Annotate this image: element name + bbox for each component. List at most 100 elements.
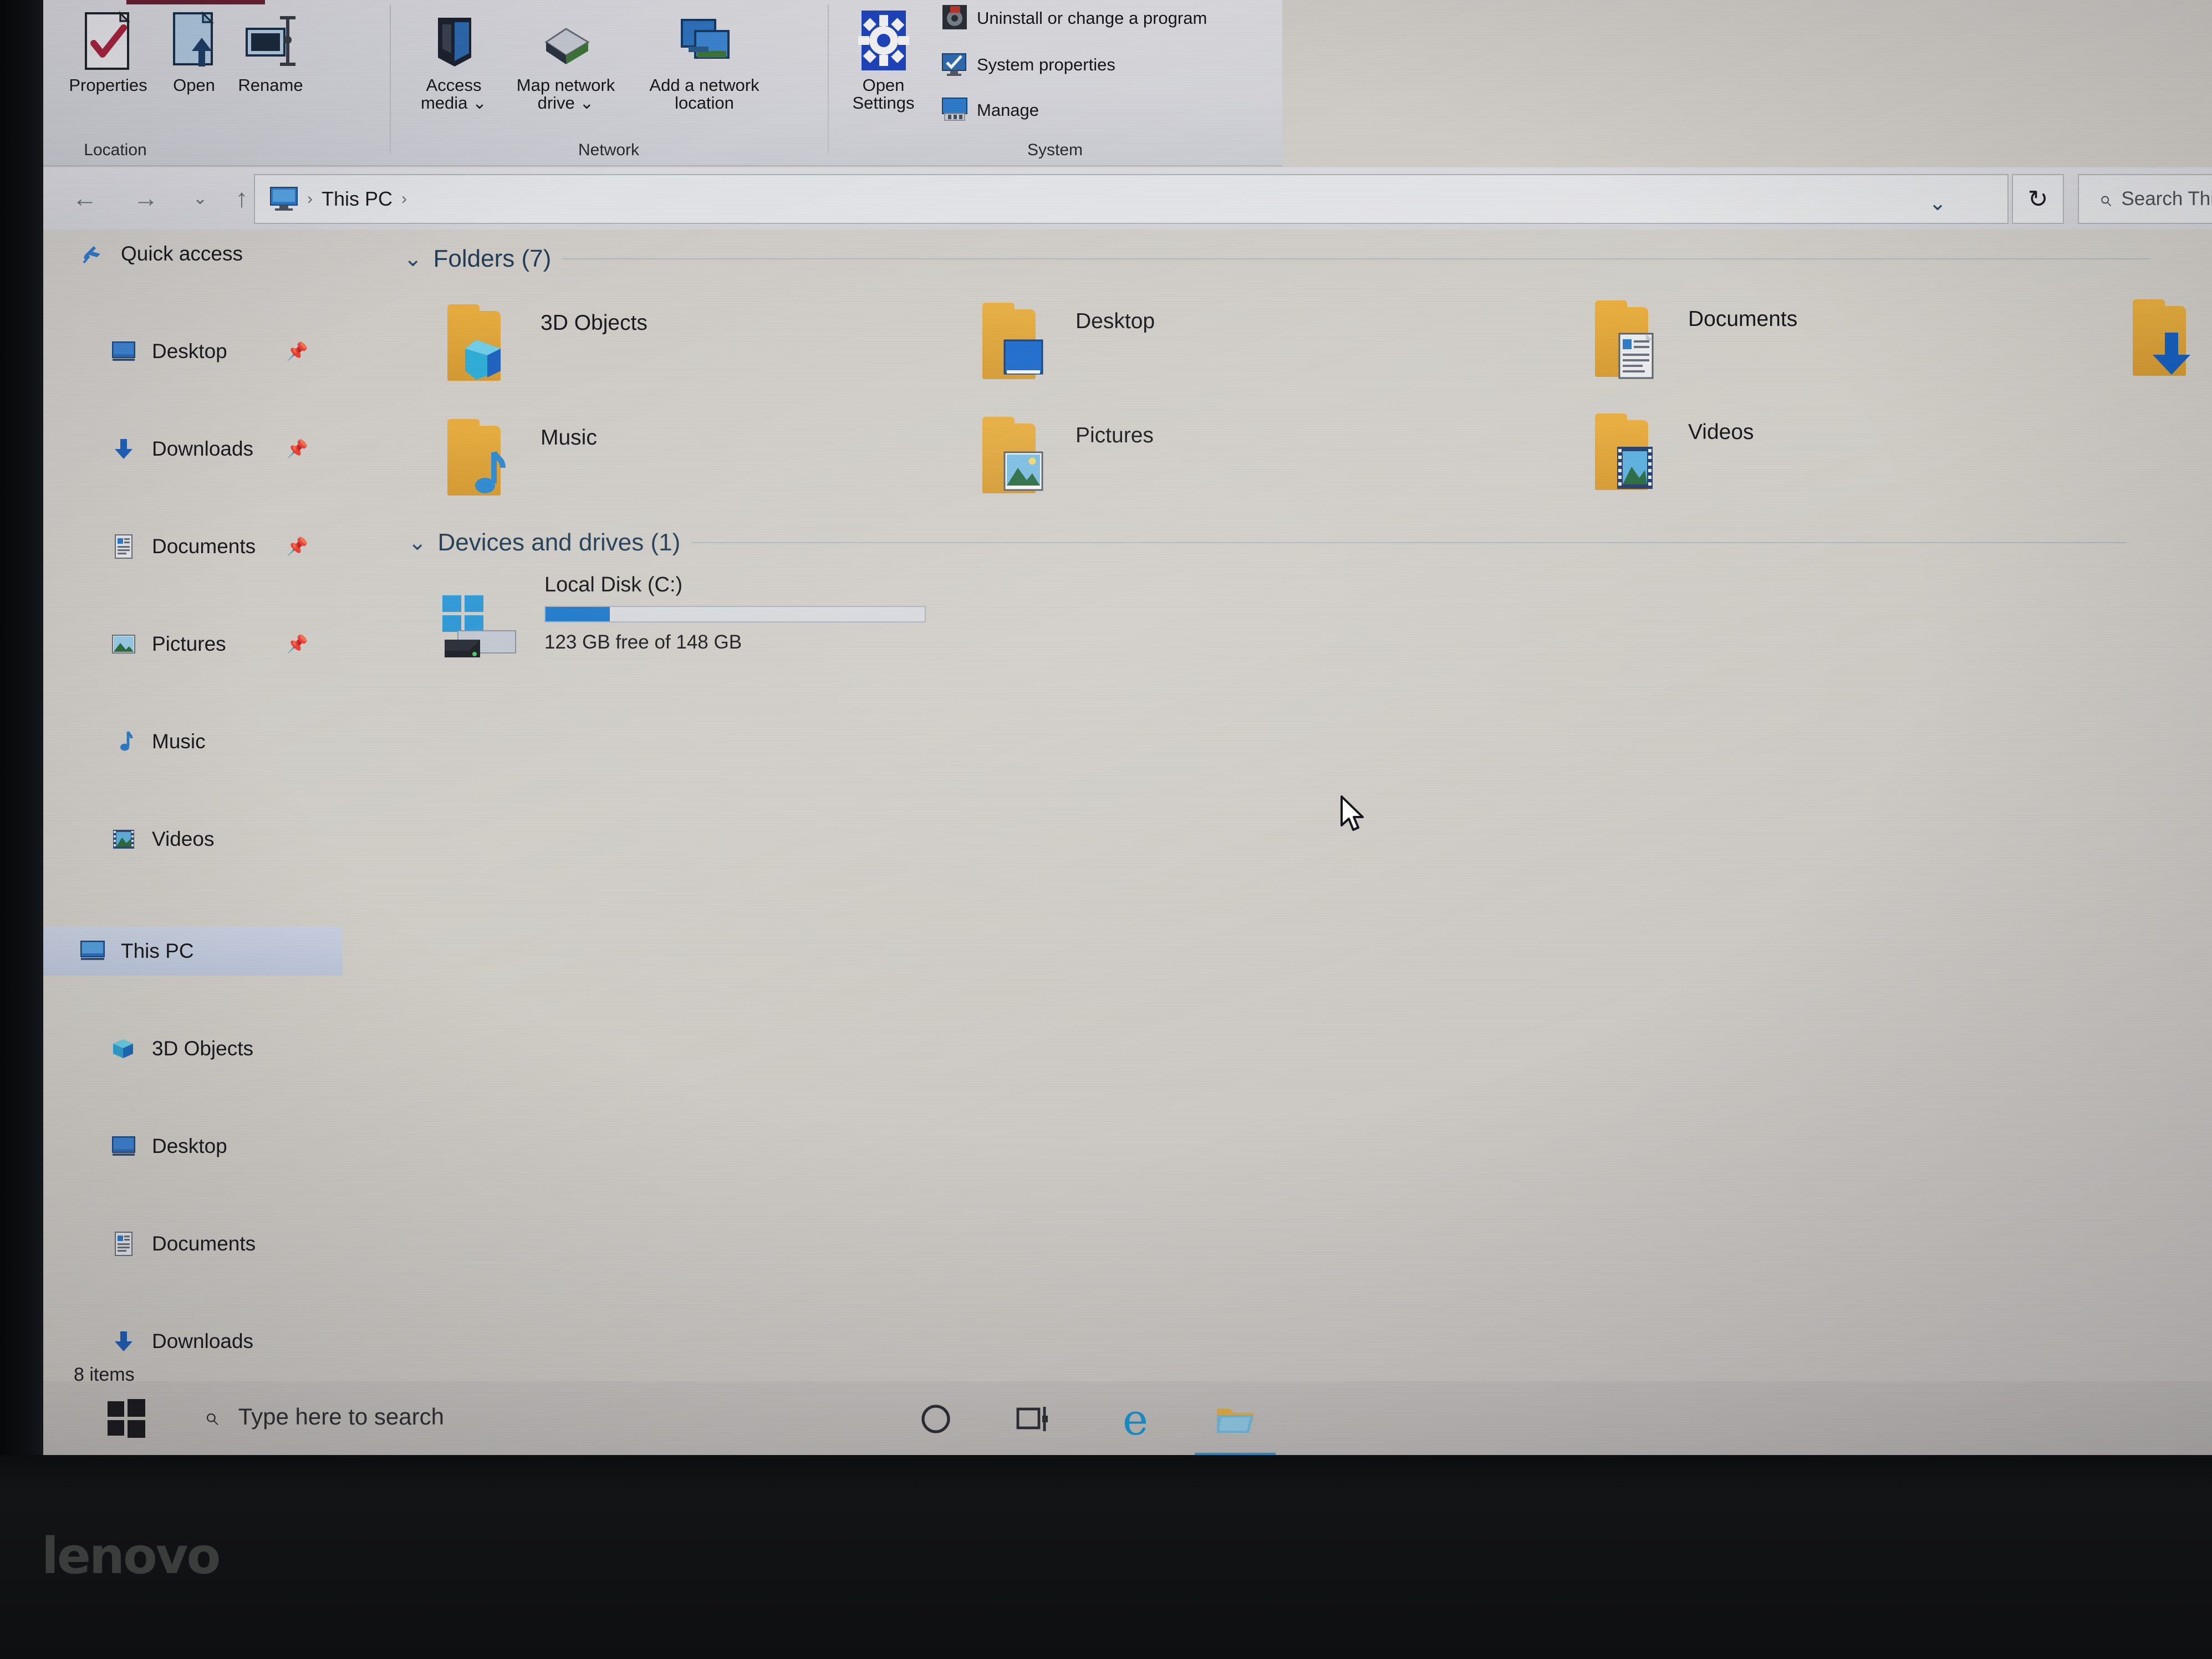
map-network-drive-button[interactable]: Map network drive ⌄ xyxy=(498,8,634,111)
taskbar-search-placeholder: Type here to search xyxy=(238,1403,444,1430)
pin-icon[interactable]: 📌 xyxy=(286,634,308,655)
sidebar-item-documents[interactable]: Documents xyxy=(43,1219,343,1268)
uninstall-icon xyxy=(940,3,969,34)
add-network-location-button[interactable]: Add a network location xyxy=(631,8,778,111)
navigation-pane: Quick access Desktop 📌 Downloads 📌 Docum… xyxy=(43,229,343,1450)
documents-icon xyxy=(109,532,139,561)
ribbon-group-label-system: System xyxy=(1027,141,1083,159)
folder-tile-music[interactable]: Music xyxy=(440,414,597,508)
sidebar-item-pictures-qa[interactable]: Pictures 📌 xyxy=(43,620,343,668)
lenovo-brand-logo: lenovo xyxy=(42,1527,221,1585)
open-settings-button[interactable]: Open Settings xyxy=(835,8,932,111)
windows-drive-icon xyxy=(436,589,534,683)
sidebar-item-desktop-qa[interactable]: Desktop 📌 xyxy=(43,327,343,376)
file-explorer-icon xyxy=(1215,1402,1256,1439)
edge-e-icon: e xyxy=(1122,1395,1149,1445)
sidebar-item-downloads-qa[interactable]: Downloads 📌 xyxy=(43,425,343,473)
pin-icon[interactable]: 📌 xyxy=(286,536,308,557)
recent-locations-button[interactable]: ⌄ xyxy=(182,180,218,216)
access-media-label: Access media ⌄ xyxy=(420,75,487,113)
back-button[interactable]: ← xyxy=(67,180,103,216)
pictures-icon xyxy=(109,629,139,659)
group-header-devices-and-drives[interactable]: ⌄ Devices and drives (1) xyxy=(408,529,2127,557)
laptop-photo: Location Properties Open Rename Network … xyxy=(0,0,2212,1659)
refresh-button[interactable]: ↻ xyxy=(2012,174,2064,224)
sidebar-item-documents-qa[interactable]: Documents 📌 xyxy=(43,522,343,571)
forward-button[interactable]: → xyxy=(128,180,164,216)
sidebar-item-desktop[interactable]: Desktop xyxy=(43,1122,343,1171)
manage-item[interactable]: Manage xyxy=(940,95,1039,125)
pin-icon[interactable]: 📌 xyxy=(286,438,308,460)
open-icon xyxy=(161,8,227,74)
drive-usage-fill xyxy=(546,607,610,621)
access-media-button[interactable]: Access media ⌄ xyxy=(402,8,505,111)
windows-logo-icon xyxy=(108,1399,145,1438)
properties-button[interactable]: Properties xyxy=(55,8,161,94)
back-arrow-icon: ← xyxy=(72,183,98,212)
breadcrumb-separator: › xyxy=(307,190,313,208)
group-header-folders[interactable]: ⌄ Folders (7) xyxy=(404,245,2150,273)
star-pin-icon xyxy=(78,239,108,269)
group-title-folders: Folders (7) xyxy=(433,245,552,272)
music-icon xyxy=(109,727,139,757)
breadcrumb-separator-2[interactable]: › xyxy=(401,190,407,208)
chevron-down-icon[interactable]: ⌄ xyxy=(404,246,422,272)
folder-pictures-icon xyxy=(975,411,1068,506)
folder-tile-desktop[interactable]: Desktop xyxy=(975,297,1155,391)
taskbar-cortana-button[interactable] xyxy=(905,1397,966,1443)
desktop-icon xyxy=(109,1131,139,1161)
sidebar-item-this-pc[interactable]: This PC xyxy=(43,927,343,976)
folder-tile-3d-objects[interactable]: 3D Objects xyxy=(440,299,648,393)
sidebar-label-downloads: Downloads xyxy=(152,1330,254,1352)
address-bar: ← → ⌄ ↑ › This PC › ⌄ ↻ ⌕ Search Th xyxy=(43,167,2212,229)
folder-tile-downloads[interactable]: Downloads xyxy=(2125,294,2212,388)
taskbar-task-view-button[interactable] xyxy=(1002,1397,1063,1443)
sidebar-item-videos-qa[interactable]: Videos xyxy=(43,815,343,864)
start-button[interactable] xyxy=(104,1397,149,1441)
sidebar-label-documents-qa: Documents xyxy=(152,535,256,558)
sidebar-item-music-qa[interactable]: Music xyxy=(43,717,343,766)
folder-tile-documents[interactable]: Documents xyxy=(1587,295,1797,389)
properties-label: Properties xyxy=(69,75,147,95)
folder-label-desktop: Desktop xyxy=(1076,309,1155,333)
screen-bezel-left xyxy=(0,0,43,1474)
chevron-down-icon[interactable]: ⌄ xyxy=(408,530,427,555)
taskbar-search-box[interactable]: ⌕ Type here to search xyxy=(204,1401,444,1432)
sidebar-item-3d-objects[interactable]: 3D Objects xyxy=(43,1024,343,1073)
sidebar-label-videos-qa: Videos xyxy=(152,828,215,850)
manage-label: Manage xyxy=(977,100,1039,120)
rename-label: Rename xyxy=(238,75,303,95)
documents-icon xyxy=(109,1229,139,1259)
rename-button[interactable]: Rename xyxy=(226,8,315,94)
sidebar-item-quick-access[interactable]: Quick access xyxy=(43,229,343,278)
drive-item-local-disk-c[interactable]: Local Disk (C:) 123 GB free of 148 GB xyxy=(436,573,926,683)
folder-tile-videos[interactable]: Videos xyxy=(1587,408,1754,502)
search-box[interactable]: ⌕ Search This PC xyxy=(2078,174,2212,224)
add-network-location-icon xyxy=(631,8,778,74)
pin-icon[interactable]: 📌 xyxy=(286,341,308,362)
breadcrumb-this-pc[interactable]: This PC xyxy=(322,187,393,211)
address-field[interactable]: › This PC › ⌄ xyxy=(254,174,2009,224)
folder-3d-objects-icon xyxy=(440,299,533,393)
sidebar-label-desktop-qa: Desktop xyxy=(152,340,227,363)
folder-videos-icon xyxy=(1587,408,1680,502)
ribbon-toolbar: Location Properties Open Rename Network … xyxy=(43,0,1282,166)
mouse-pointer-icon xyxy=(1339,795,1369,839)
videos-icon xyxy=(109,824,139,854)
group-title-devices-and-drives: Devices and drives (1) xyxy=(437,529,681,556)
chevron-down-icon: ⌄ xyxy=(192,188,208,208)
cortana-circle-icon xyxy=(920,1403,952,1438)
address-dropdown-icon[interactable]: ⌄ xyxy=(1929,191,1946,216)
ribbon-group-label-location: Location xyxy=(84,141,147,159)
folder-tile-pictures[interactable]: Pictures xyxy=(975,411,1154,506)
system-properties-item[interactable]: System properties xyxy=(940,50,1115,80)
up-arrow-icon: ↑ xyxy=(235,183,248,212)
folder-label-music: Music xyxy=(541,426,597,450)
taskbar-file-explorer-button[interactable] xyxy=(1195,1397,1276,1458)
folder-desktop-icon xyxy=(975,297,1068,391)
add-network-location-label: Add a network location xyxy=(649,75,760,113)
taskbar-microsoft-edge-button[interactable]: e xyxy=(1105,1397,1166,1443)
sidebar-label-documents: Documents xyxy=(152,1232,256,1255)
open-button[interactable]: Open xyxy=(161,8,227,94)
uninstall-or-change-a-program-item[interactable]: Uninstall or change a program xyxy=(940,3,1207,33)
